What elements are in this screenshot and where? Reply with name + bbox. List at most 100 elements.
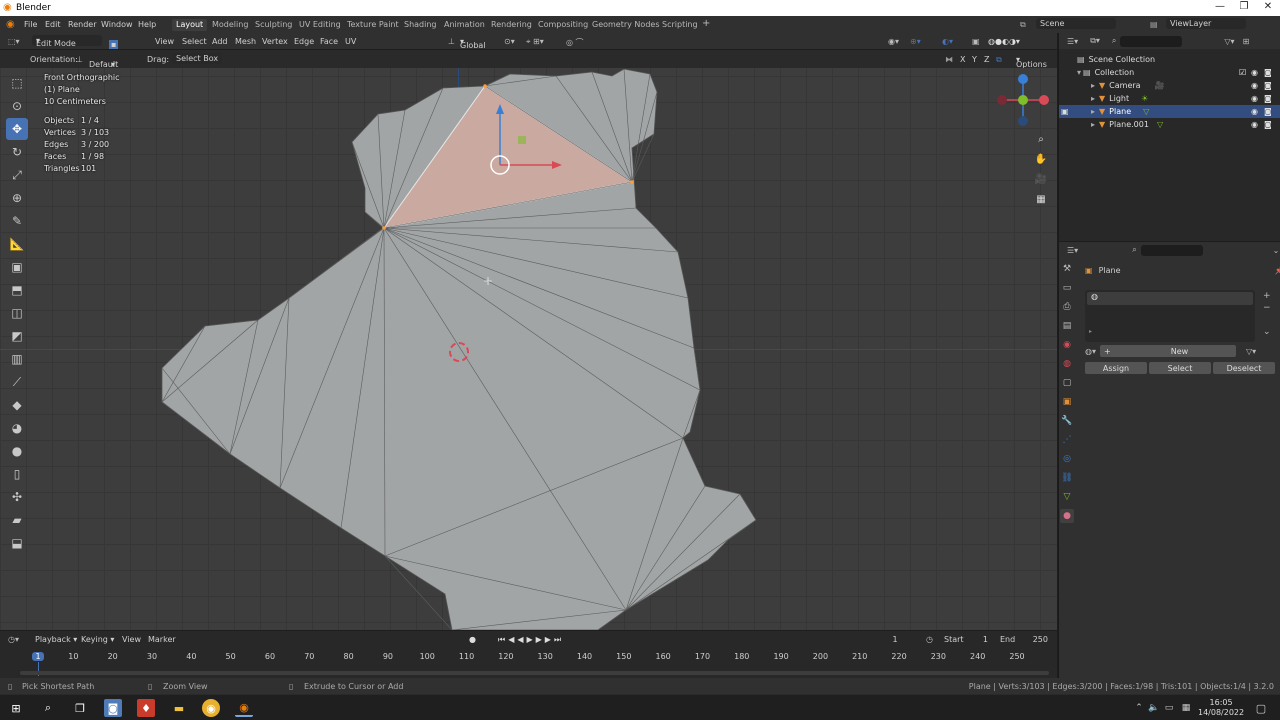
zoom-icon[interactable]: ⌕	[1032, 130, 1050, 148]
assign-button[interactable]: Assign	[1085, 362, 1147, 374]
add-workspace-button[interactable]: +	[702, 18, 710, 29]
physics-tab-icon[interactable]: ◎	[1060, 452, 1074, 466]
bevel-tool-icon[interactable]: ◩	[6, 325, 28, 347]
camera-view-icon[interactable]: 🎥	[1032, 170, 1050, 188]
axis-y-toggle[interactable]: Y	[972, 55, 977, 64]
remove-slot-icon[interactable]: −	[1263, 302, 1271, 314]
menu-edit[interactable]: Edit	[45, 20, 61, 29]
proportional-edit-icon[interactable]: ◎ ⌒	[566, 37, 584, 48]
menu-add[interactable]: Add	[212, 37, 228, 46]
tree-scene-collection[interactable]: ▤ Scene Collection	[1059, 53, 1280, 66]
tree-collection[interactable]: ▾ ▤ Collection ☑ ◉ ◙	[1059, 66, 1280, 79]
app-red-icon[interactable]: ♦	[137, 699, 155, 717]
render-tab-icon[interactable]: ▭	[1060, 281, 1074, 295]
pivot-icon[interactable]: ⊙▾	[504, 37, 515, 46]
ortho-toggle-icon[interactable]: ▦	[1032, 190, 1050, 208]
close-icon[interactable]: ✕	[1256, 1, 1280, 12]
menu-select[interactable]: Select	[182, 37, 207, 46]
select-button[interactable]: Select	[1149, 362, 1211, 374]
network-icon[interactable]: ▭	[1160, 699, 1178, 717]
tab-animation[interactable]: Animation	[444, 20, 485, 29]
auto-merge-icon[interactable]: ⧉	[996, 55, 1002, 65]
transform-tool-icon[interactable]: ⊕	[6, 187, 28, 209]
scene-tab-icon[interactable]: ◉	[1060, 338, 1074, 352]
camera-app-icon[interactable]: ◙	[104, 699, 122, 717]
expand-icon[interactable]: ▸	[1091, 94, 1095, 103]
mesh-data-icon[interactable]: ▽	[1157, 120, 1163, 129]
deselect-button[interactable]: Deselect	[1213, 362, 1275, 374]
mirror-icon[interactable]: ⧓	[945, 55, 953, 64]
blender-menu-icon[interactable]: ◉	[6, 19, 15, 30]
material-filter-icon[interactable]: ▽▾	[1246, 347, 1256, 356]
menu-uv[interactable]: UV	[345, 37, 356, 46]
render-camera-icon[interactable]: ◙	[1264, 68, 1272, 77]
chevron-down-icon[interactable]: ⌄	[1273, 246, 1280, 255]
tool-tab-icon[interactable]: ⚒	[1060, 262, 1074, 276]
annotate-tool-icon[interactable]: ✎	[6, 210, 28, 232]
shrink-fatten-tool-icon[interactable]: ✣	[6, 486, 28, 508]
extrude-tool-icon[interactable]: ⬒	[6, 279, 28, 301]
menu-help[interactable]: Help	[138, 20, 156, 29]
timeline-scrollbar[interactable]	[20, 671, 1049, 675]
display-mode-icon[interactable]: ⧉▾	[1090, 36, 1100, 46]
playback-menu[interactable]: Playback ▾	[35, 635, 77, 644]
taskbar-search-icon[interactable]: ⌕	[39, 699, 57, 717]
spin-tool-icon[interactable]: ◕	[6, 417, 28, 439]
keying-menu[interactable]: Keying ▾	[81, 635, 114, 644]
taskbar-clock[interactable]: 16:05 14/08/2022	[1198, 698, 1244, 718]
render-camera-icon[interactable]: ◙	[1264, 120, 1272, 129]
notification-icon[interactable]: ▢	[1252, 699, 1270, 717]
add-cube-tool-icon[interactable]: ▣	[6, 256, 28, 278]
chrome-icon[interactable]: ◉	[202, 699, 220, 717]
expand-icon[interactable]: ▸	[1091, 81, 1095, 90]
outliner-editor-icon[interactable]: ☰▾	[1067, 37, 1078, 46]
render-camera-icon[interactable]: ◙	[1264, 81, 1272, 90]
edit-mode-icon[interactable]: ▣	[1061, 107, 1069, 116]
render-camera-icon[interactable]: ◙	[1264, 107, 1272, 116]
menu-view[interactable]: View	[155, 37, 174, 46]
light-data-icon[interactable]: ☀	[1141, 94, 1148, 103]
tree-item-light[interactable]: ▸ ▼ Light ☀ ◉ ◙	[1059, 92, 1280, 105]
poly-build-tool-icon[interactable]: ◆	[6, 394, 28, 416]
expand-icon[interactable]: ▸	[1091, 107, 1095, 116]
material-slot[interactable]: ◍	[1087, 292, 1253, 305]
view-layer-tab-icon[interactable]: ▤	[1060, 319, 1074, 333]
view-layer-selector[interactable]: ViewLayer	[1166, 18, 1246, 29]
mode-selector[interactable]: Edit Mode ▾	[32, 35, 102, 48]
checkbox-icon[interactable]: ☑	[1239, 68, 1246, 77]
tree-item-camera[interactable]: ▸ ▼ Camera 🎥 ◉ ◙	[1059, 79, 1280, 92]
frame-ruler[interactable]: 1 10 20 30 40 50 60 70 80 90 100 110 120 130 140 150 160…	[0, 650, 1057, 676]
world-tab-icon[interactable]: ◍	[1060, 357, 1074, 371]
tab-layout[interactable]: Layout	[172, 19, 208, 31]
visibility-eye-icon[interactable]: ◉	[1251, 107, 1258, 116]
tab-modeling[interactable]: Modeling	[212, 20, 248, 29]
collection-tab-icon[interactable]: ▢	[1060, 376, 1074, 390]
tab-texture-paint[interactable]: Texture Paint	[347, 20, 399, 29]
end-frame-field[interactable]: End 250	[996, 634, 1052, 645]
gizmo-toggle-icon[interactable]: ⊕▾	[910, 37, 921, 46]
tab-geometry-nodes[interactable]: Geometry Nodes	[592, 20, 659, 29]
camera-data-icon[interactable]: 🎥	[1155, 81, 1165, 90]
visibility-eye-icon[interactable]: ◉	[1251, 68, 1258, 77]
current-frame-field[interactable]: 1	[872, 634, 918, 645]
overlay-toggle-icon[interactable]: ◐▾	[942, 37, 953, 46]
properties-search-input[interactable]	[1140, 244, 1203, 256]
edge-slide-tool-icon[interactable]: ▯	[6, 463, 28, 485]
options-dropdown[interactable]: Options ▾	[1016, 55, 1047, 69]
mesh-data-tab-icon[interactable]: ▽	[1060, 490, 1074, 504]
shear-tool-icon[interactable]: ▰	[6, 509, 28, 531]
rip-tool-icon[interactable]: ⬓	[6, 532, 28, 554]
output-tab-icon[interactable]: ⎙	[1060, 300, 1074, 314]
tab-compositing[interactable]: Compositing	[538, 20, 588, 29]
restore-icon[interactable]: ❐	[1232, 1, 1256, 12]
menu-edge[interactable]: Edge	[294, 37, 314, 46]
drag-dropdown[interactable]: Select Box	[172, 53, 222, 64]
menu-vertex[interactable]: Vertex	[262, 37, 288, 46]
filter-icon[interactable]: ▽▾	[1224, 37, 1234, 46]
minimize-icon[interactable]: —	[1208, 1, 1232, 12]
measure-tool-icon[interactable]: 📐	[6, 233, 28, 255]
material-tab-icon[interactable]: ●	[1060, 509, 1074, 523]
select-tool-icon[interactable]: ⬚	[6, 72, 28, 94]
axis-gizmo-icon[interactable]	[996, 72, 1052, 128]
navigation-gizmo[interactable]	[996, 72, 1052, 128]
